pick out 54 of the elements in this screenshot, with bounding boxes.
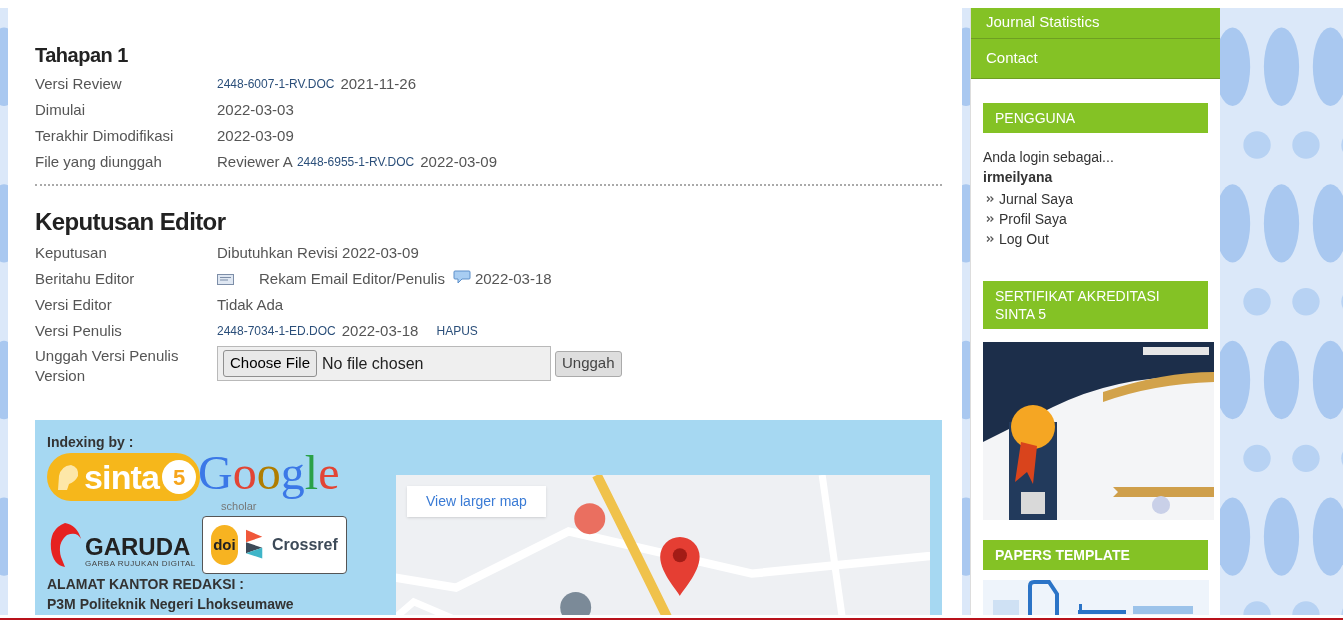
double-chevron-icon: [986, 195, 994, 203]
doi-badge: doi: [210, 525, 238, 565]
double-chevron-icon: [986, 235, 994, 243]
section-heading: PENGGUNA: [983, 103, 1208, 133]
value-text: Tidak Ada: [217, 294, 284, 315]
user-menu-link[interactable]: Jurnal Saya: [999, 189, 1073, 209]
field-label: Versi Editor: [35, 295, 113, 315]
field-label: Keputusan: [35, 243, 108, 263]
user-menu-link[interactable]: Profil Saya: [999, 209, 1067, 229]
file-input[interactable]: Choose File No file chosen: [217, 346, 551, 381]
value-text: 2021-11-26: [340, 73, 417, 94]
value-text: 2022-03-09: [217, 125, 294, 146]
sinta-badge: 5: [162, 460, 197, 494]
value-text: 2022-03-18: [341, 320, 419, 341]
speech-bubble-icon[interactable]: [452, 270, 471, 284]
value-text: Reviewer A: [217, 151, 293, 172]
file-link[interactable]: 2448-7034-1-ED.DOC: [217, 322, 336, 340]
indexing-title: Indexing by :: [47, 433, 135, 452]
field-label: Terakhir Dimodifikasi: [35, 126, 175, 146]
username-text: irmeilyana: [983, 168, 1054, 187]
double-chevron-icon: [986, 215, 994, 223]
address-text: ALAMAT KANTOR REDAKSI :: [47, 575, 246, 594]
value-text: 2022-03-09: [420, 151, 497, 172]
envelope-icon[interactable]: [217, 273, 234, 285]
file-status-text: No file chosen: [322, 353, 424, 374]
field-label: Versi Review: [35, 74, 123, 94]
address-text: P3M Politeknik Negeri Lhokseumawe: [47, 595, 295, 614]
crossref-wordmark: Crossref: [272, 535, 338, 555]
value-text: 2022-03-18: [474, 268, 552, 289]
scholar-wordmark: scholar: [221, 501, 257, 512]
field-label: Versi Penulis: [35, 321, 123, 341]
file-link[interactable]: 2448-6955-1-RV.DOC: [296, 153, 415, 171]
section-title: Keputusan Editor: [35, 208, 227, 236]
field-label: Beritahu Editor: [35, 269, 136, 289]
garuda-tagline: GARBA RUJUKAN DIGITAL: [85, 559, 196, 569]
user-menu-link[interactable]: Log Out: [999, 229, 1049, 249]
garuda-wordmark: GARUDA: [85, 535, 192, 559]
delete-link[interactable]: HAPUS: [436, 322, 478, 340]
file-link[interactable]: 2448-6007-1-RV.DOC: [217, 75, 335, 93]
value-text: Rekam Email Editor/Penulis: [259, 268, 445, 289]
field-label: File yang diunggah: [35, 152, 163, 172]
section-heading: PAPERS TEMPLATE: [983, 540, 1208, 570]
value-text: 2022-03-03: [217, 99, 294, 120]
choose-file-button[interactable]: Choose File: [223, 350, 318, 377]
sinta-wordmark: sinta: [84, 460, 160, 494]
upload-button[interactable]: Unggah: [555, 350, 622, 377]
google-wordmark: Google: [198, 445, 340, 501]
value-text: Dibutuhkan Revisi 2022-03-09: [217, 242, 419, 263]
section-heading: SERTIFIKAT AKREDITASI SINTA 5: [983, 281, 1208, 329]
field-label: Unggah Versi Penulis Version: [35, 346, 180, 386]
field-label: Dimulai: [35, 100, 86, 120]
login-text: Anda login sebagai...: [983, 148, 1115, 167]
view-larger-map-button[interactable]: View larger map: [407, 486, 546, 517]
section-title: Tahapan 1: [35, 43, 129, 67]
